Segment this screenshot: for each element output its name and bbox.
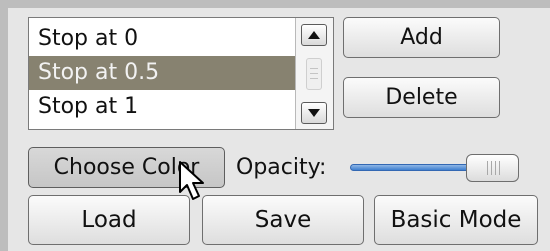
list-item-label: Stop at 0.5: [38, 60, 160, 85]
grip-line: [310, 78, 318, 79]
down-arrow-icon: [308, 109, 320, 117]
mouse-pointer-icon: [179, 161, 204, 200]
opacity-label: Opacity:: [236, 155, 327, 180]
grip-line: [310, 68, 318, 69]
list-item-label: Stop at 1: [38, 94, 139, 119]
grip-line: [310, 73, 318, 74]
window-frame-left: [0, 0, 8, 251]
load-button[interactable]: Load: [28, 195, 190, 245]
list-item-stop-0[interactable]: Stop at 0: [29, 22, 297, 56]
opacity-slider-handle[interactable]: [466, 154, 519, 182]
add-button[interactable]: Add: [343, 17, 500, 58]
slider-grip-icon: [487, 161, 501, 175]
window-frame-top: [0, 0, 550, 8]
up-arrow-icon: [308, 31, 320, 39]
list-item-stop-1[interactable]: Stop at 1: [29, 90, 297, 129]
scroll-up-button[interactable]: [301, 24, 327, 46]
list-item-label: Stop at 0: [38, 26, 139, 51]
list-scrollbar[interactable]: [295, 18, 333, 129]
save-button[interactable]: Save: [202, 195, 364, 245]
list-item-stop-0-5[interactable]: Stop at 0.5: [29, 56, 297, 90]
delete-button[interactable]: Delete: [343, 77, 500, 118]
scroll-down-button[interactable]: [301, 102, 327, 124]
scroll-thumb[interactable]: [306, 58, 322, 90]
basic-mode-button[interactable]: Basic Mode: [374, 195, 538, 245]
gradient-stop-list[interactable]: Stop at 0 Stop at 0.5 Stop at 1: [28, 17, 334, 130]
